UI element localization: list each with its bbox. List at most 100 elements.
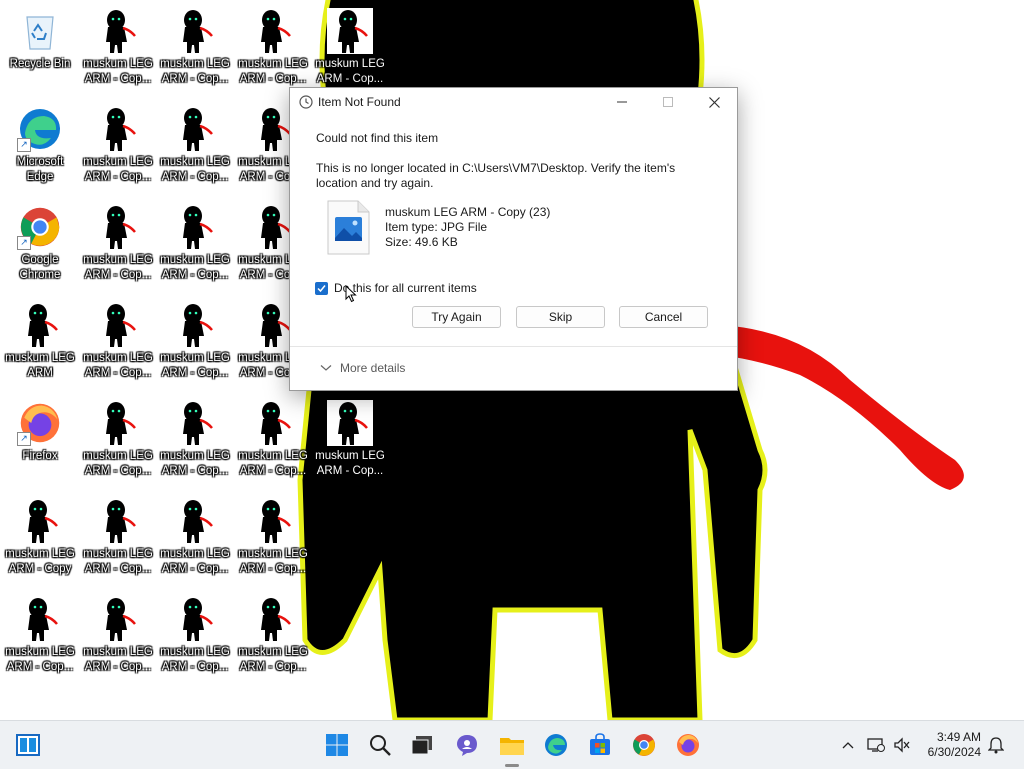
desktop-icon-label: muskum LEG ARM - Cop... — [160, 58, 230, 85]
desktop-icon-muskum-copy-3-4[interactable]: muskum LEG ARM - Cop... — [235, 396, 311, 492]
stick-figure-thumbnail-icon — [17, 302, 63, 348]
start-icon — [326, 734, 348, 756]
file-explorer-icon — [500, 738, 524, 755]
desktop-icon-muskum-copy-1-2[interactable]: muskum LEG ARM - Cop... — [80, 200, 156, 296]
muskum-leg-arm-copy-thumbnail — [17, 498, 63, 544]
stick-figure-thumbnail-icon — [172, 204, 218, 250]
desktop-icon-muskum-copy-2-3[interactable]: muskum LEG ARM - Cop... — [157, 298, 233, 394]
active-app-indicator — [505, 764, 519, 767]
chrome-icon — [633, 734, 655, 756]
desktop-icon-muskum-copy-2-1[interactable]: muskum LEG ARM - Cop... — [157, 102, 233, 198]
apply-to-all-checkbox[interactable]: Do this for all current items — [315, 281, 477, 295]
stick-figure-thumbnail-icon — [172, 302, 218, 348]
file-type: Item type: JPG File — [385, 220, 488, 234]
try-again-button[interactable]: Try Again — [412, 306, 501, 328]
muskum-copy-1-4-thumbnail — [95, 400, 141, 446]
network-button[interactable] — [864, 729, 888, 761]
widgets-button[interactable] — [406, 729, 438, 761]
stick-figure-thumbnail-icon — [172, 400, 218, 446]
stick-figure-thumbnail-icon — [250, 498, 296, 544]
muskum-copy-2-2-thumbnail — [172, 204, 218, 250]
desktop-icon-muskum-copy-1-3[interactable]: muskum LEG ARM - Cop... — [80, 298, 156, 394]
minimize-button[interactable] — [599, 88, 645, 116]
desktop-icon-muskum-leg-arm-copy-a[interactable]: muskum LEG ARM - Cop... — [2, 592, 78, 688]
notifications-button[interactable] — [984, 729, 1008, 761]
task-view-button[interactable] — [12, 729, 44, 761]
chevron-up-icon — [842, 742, 854, 749]
muskum-copy-3-0-thumbnail — [250, 8, 296, 54]
file-explorer-button[interactable] — [496, 729, 528, 761]
skip-button[interactable]: Skip — [516, 306, 605, 328]
desktop-icon-muskum-copy-4-4[interactable]: muskum LEG ARM - Cop... — [312, 396, 388, 492]
volume-button[interactable] — [890, 729, 914, 761]
desktop-icon-muskum-copy-2-6[interactable]: muskum LEG ARM - Cop... — [157, 592, 233, 688]
desktop-icon-muskum-copy-3-0[interactable]: muskum LEG ARM - Cop... — [235, 4, 311, 100]
clock-time: 3:49 AM — [936, 730, 981, 744]
start-button[interactable] — [321, 729, 353, 761]
desktop-icon-label: muskum LEG ARM - Cop... — [83, 352, 153, 379]
dialog-titlebar[interactable]: Item Not Found — [290, 88, 737, 116]
shortcut-arrow-icon: ↗ — [17, 236, 31, 250]
chat-button[interactable] — [451, 729, 483, 761]
firefox-button[interactable] — [672, 729, 704, 761]
muskum-copy-1-1-thumbnail — [95, 106, 141, 152]
desktop-icon-recycle-bin[interactable]: Recycle Bin — [2, 4, 78, 100]
muskum-copy-1-2-thumbnail — [95, 204, 141, 250]
maximize-button[interactable] — [645, 88, 691, 116]
desktop-icon-label: muskum LEG ARM - Cop... — [160, 548, 230, 575]
mouse-cursor-icon — [345, 285, 357, 303]
desktop-icon-muskum-copy-3-6[interactable]: muskum LEG ARM - Cop... — [235, 592, 311, 688]
firefox-thumbnail: ↗ — [17, 400, 63, 446]
desktop-icon-muskum-copy-4-0[interactable]: muskum LEG ARM - Cop... — [312, 4, 388, 100]
muskum-copy-2-3-thumbnail — [172, 302, 218, 348]
muskum-copy-1-5-thumbnail — [95, 498, 141, 544]
desktop-icon-muskum-copy-1-6[interactable]: muskum LEG ARM - Cop... — [80, 592, 156, 688]
notification-bell-icon — [988, 737, 1004, 754]
dialog-title: Item Not Found — [318, 95, 401, 109]
desktop-icon-label: muskum LEG ARM - Cop... — [160, 450, 230, 477]
desktop-icon-muskum-copy-3-5[interactable]: muskum LEG ARM - Cop... — [235, 494, 311, 590]
desktop-icon-muskum-copy-2-0[interactable]: muskum LEG ARM - Cop... — [157, 4, 233, 100]
edge-button[interactable] — [540, 729, 572, 761]
cancel-button[interactable]: Cancel — [619, 306, 708, 328]
firefox-icon — [677, 734, 699, 756]
desktop-icon-label: muskum LEG ARM - Cop... — [160, 646, 230, 673]
search-button[interactable] — [364, 729, 396, 761]
desktop-icon-muskum-copy-1-4[interactable]: muskum LEG ARM - Cop... — [80, 396, 156, 492]
recycle-bin-icon — [26, 16, 54, 50]
chrome-button[interactable] — [628, 729, 660, 761]
desktop-icon-google-chrome[interactable]: ↗ Google Chrome — [2, 200, 78, 296]
system-clock[interactable]: 3:49 AM 6/30/2024 — [928, 730, 981, 760]
stick-figure-thumbnail-icon — [250, 596, 296, 642]
desktop-icon-muskum-copy-1-0[interactable]: muskum LEG ARM - Cop... — [80, 4, 156, 100]
store-icon — [590, 733, 610, 755]
desktop-icon-muskum-copy-1-1[interactable]: muskum LEG ARM - Cop... — [80, 102, 156, 198]
desktop-icon-firefox[interactable]: ↗ Firefox — [2, 396, 78, 492]
desktop-icon-label: muskum LEG ARM - Cop... — [238, 450, 308, 477]
show-hidden-icons-button[interactable] — [836, 729, 860, 761]
desktop-icon-muskum-copy-2-2[interactable]: muskum LEG ARM - Cop... — [157, 200, 233, 296]
desktop-icon-label: muskum LEG ARM - Cop... — [160, 156, 230, 183]
desktop-icon-muskum-copy-1-5[interactable]: muskum LEG ARM - Cop... — [80, 494, 156, 590]
stick-figure-thumbnail-icon — [172, 106, 218, 152]
stick-figure-thumbnail-icon — [95, 400, 141, 446]
desktop-icon-label: muskum LEG ARM — [5, 352, 75, 379]
microsoft-edge-thumbnail: ↗ — [17, 106, 63, 152]
more-details-toggle[interactable]: More details — [320, 361, 405, 375]
muskum-copy-1-3-thumbnail — [95, 302, 141, 348]
close-button[interactable] — [691, 88, 737, 116]
minimize-icon — [617, 101, 627, 103]
dialog-message: This is no longer located in C:\Users\VM… — [316, 161, 676, 190]
desktop-icon-label: muskum LEG ARM - Cop... — [238, 58, 308, 85]
desktop-icon-muskum-copy-2-4[interactable]: muskum LEG ARM - Cop... — [157, 396, 233, 492]
desktop-icon-muskum-leg-arm[interactable]: muskum LEG ARM — [2, 298, 78, 394]
desktop-icon-label: muskum LEG ARM - Cop... — [160, 254, 230, 281]
stick-figure-thumbnail-icon — [172, 8, 218, 54]
recycle-bin-thumbnail — [17, 8, 63, 54]
muskum-copy-2-5-thumbnail — [172, 498, 218, 544]
store-button[interactable] — [584, 729, 616, 761]
desktop-icon-muskum-leg-arm-copy[interactable]: muskum LEG ARM - Copy — [2, 494, 78, 590]
desktop-icon-muskum-copy-2-5[interactable]: muskum LEG ARM - Cop... — [157, 494, 233, 590]
chat-icon — [457, 735, 477, 756]
desktop-icon-microsoft-edge[interactable]: ↗ Microsoft Edge — [2, 102, 78, 198]
